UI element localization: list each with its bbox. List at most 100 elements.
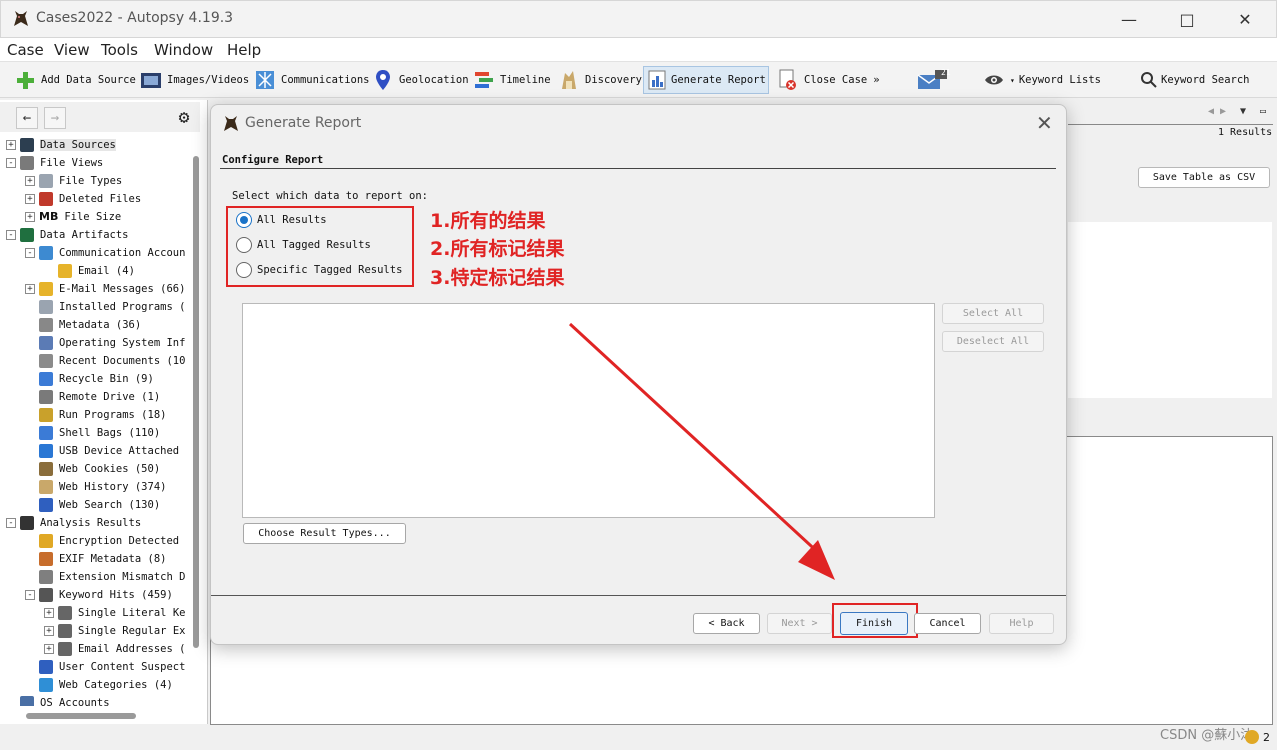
tree-item-icon [20, 138, 34, 152]
tree-item[interactable]: Operating System Inf [25, 334, 185, 352]
tree-item-label: File Views [40, 157, 104, 169]
dialog-close-icon[interactable]: ✕ [1036, 111, 1053, 135]
tree-horizontal-scrollbar[interactable] [26, 713, 136, 719]
close-window-button[interactable]: ✕ [1216, 0, 1274, 38]
expand-toggle-icon[interactable]: + [25, 176, 35, 186]
generate-report-button[interactable]: Generate Report [643, 66, 769, 94]
tree-item[interactable]: Shell Bags (110) [25, 424, 160, 442]
save-table-csv-button[interactable]: Save Table as CSV [1138, 167, 1270, 188]
next-button[interactable]: Next > [767, 613, 832, 634]
tree-item[interactable]: EXIF Metadata (8) [25, 550, 166, 568]
annotation-label-2: 2.所有标记结果 [430, 238, 565, 260]
tree-item-icon: MB [39, 210, 59, 223]
tree-item[interactable]: Recycle Bin (9) [25, 370, 154, 388]
restore-window-icon[interactable]: ▭ [1260, 106, 1266, 117]
tree-item[interactable]: + Deleted Files [25, 190, 141, 208]
close-case-button[interactable]: Close Case » [777, 66, 880, 94]
tree-item[interactable]: + MB File Size [25, 208, 121, 226]
back-arrow-icon[interactable]: ← [16, 107, 38, 129]
tree-vertical-scrollbar[interactable] [193, 156, 199, 648]
tree-item[interactable]: Metadata (36) [25, 316, 141, 334]
tree-item[interactable]: + Email Addresses ( [44, 640, 185, 658]
tree-item-label: Keyword Hits (459) [59, 589, 173, 601]
tree-item-label: E-Mail Messages (66) [59, 283, 186, 295]
select-all-button[interactable]: Select All [942, 303, 1044, 324]
configure-report-heading: Configure Report [222, 154, 324, 166]
notification-icon[interactable] [1245, 730, 1259, 744]
expand-toggle-icon[interactable]: + [44, 608, 54, 618]
tree-item[interactable]: Installed Programs ( [25, 298, 185, 316]
tree-item[interactable]: + Single Literal Ke [44, 604, 185, 622]
keyword-search-button[interactable]: Keyword Search [1140, 66, 1250, 94]
tree-item[interactable]: + E-Mail Messages (66) [25, 280, 185, 298]
minimize-button[interactable]: — [1100, 0, 1158, 38]
expand-toggle-icon[interactable]: + [25, 284, 35, 294]
collapse-toggle-icon[interactable]: - [6, 518, 16, 528]
tree-item[interactable]: USB Device Attached [25, 442, 179, 460]
expand-toggle-icon[interactable]: + [6, 140, 16, 150]
choose-result-types-button[interactable]: Choose Result Types... [243, 523, 406, 544]
expand-toggle-icon[interactable]: + [25, 212, 35, 222]
tree-item[interactable]: - Data Artifacts [6, 226, 129, 244]
tree-item[interactable]: Email (4) [44, 262, 135, 280]
tree-item[interactable]: - Analysis Results [6, 514, 141, 532]
tree-item-label: Email Addresses ( [78, 643, 186, 655]
help-button[interactable]: Help [989, 613, 1054, 634]
tree-item-label: File Size [64, 211, 122, 223]
tree-item[interactable]: - File Views [6, 154, 103, 172]
tree-item-label: Recent Documents (10 [59, 355, 186, 367]
tab-dropdown-icon[interactable]: ▼ [1240, 106, 1246, 117]
forward-arrow-icon[interactable]: → [44, 107, 66, 129]
back-button[interactable]: < Back [693, 613, 760, 634]
tree-item[interactable]: OS Accounts [6, 694, 110, 706]
expand-toggle-icon[interactable]: + [25, 194, 35, 204]
tree-item[interactable]: + File Types [25, 172, 122, 190]
tree-item[interactable]: Remote Drive (1) [25, 388, 160, 406]
tree-item[interactable]: Web Categories (4) [25, 676, 173, 694]
menu-tools[interactable]: Tools [101, 41, 138, 59]
tree-item[interactable]: Web History (374) [25, 478, 166, 496]
collapse-toggle-icon[interactable]: - [25, 590, 35, 600]
tree-item[interactable]: Web Search (130) [25, 496, 160, 514]
add-data-source-button[interactable]: Add Data Source [14, 66, 136, 94]
tree-item[interactable]: + Single Regular Ex [44, 622, 185, 640]
tree-item[interactable]: Encryption Detected [25, 532, 179, 550]
tree-item[interactable]: User Content Suspect [25, 658, 185, 676]
images-videos-button[interactable]: Images/Videos [140, 66, 249, 94]
tree-item[interactable]: Extension Mismatch D [25, 568, 185, 586]
timeline-button[interactable]: Timeline [473, 66, 551, 94]
collapse-toggle-icon[interactable]: - [6, 230, 16, 240]
expand-toggle-icon[interactable]: + [44, 644, 54, 654]
tab-scroll-arrows-icon[interactable]: ◀ ▶ [1208, 106, 1226, 117]
discovery-button[interactable]: Discovery [558, 66, 642, 94]
geolocation-button[interactable]: Geolocation [372, 66, 469, 94]
tree-item-icon [39, 408, 53, 422]
collapse-toggle-icon[interactable]: - [25, 248, 35, 258]
expand-toggle-icon[interactable]: + [44, 626, 54, 636]
tree-item[interactable]: Web Cookies (50) [25, 460, 160, 478]
gear-icon[interactable]: ⚙ [174, 108, 194, 128]
tree-item[interactable]: + Data Sources [6, 136, 116, 154]
menu-case[interactable]: Case [7, 41, 44, 59]
tree-item-label: Encryption Detected [59, 535, 180, 547]
cancel-button[interactable]: Cancel [914, 613, 981, 634]
deselect-all-button[interactable]: Deselect All [942, 331, 1044, 352]
map-pin-icon [372, 69, 394, 91]
tree-item[interactable]: Run Programs (18) [25, 406, 166, 424]
tree-item[interactable]: Recent Documents (10 [25, 352, 185, 370]
menu-help[interactable]: Help [227, 41, 261, 59]
keyword-lists-button[interactable]: ▾ Keyword Lists [983, 66, 1101, 94]
tree-item-label: Data Sources [40, 139, 116, 151]
menu-view[interactable]: View [54, 41, 90, 59]
menu-window[interactable]: Window [154, 41, 213, 59]
tree-item-label: Communication Accoun [59, 247, 186, 259]
communications-button[interactable]: Communications [254, 66, 370, 94]
collapse-toggle-icon[interactable]: - [6, 158, 16, 168]
tree-item[interactable]: - Keyword Hits (459) [25, 586, 173, 604]
tree-item-label: Remote Drive (1) [59, 391, 161, 403]
tree-item[interactable]: - Communication Accoun [25, 244, 185, 262]
tree-item-label: Operating System Inf [59, 337, 186, 349]
tree-item-label: Run Programs (18) [59, 409, 167, 421]
inbox-messages-button[interactable]: 21 [917, 66, 952, 94]
maximize-button[interactable]: □ [1158, 0, 1216, 38]
